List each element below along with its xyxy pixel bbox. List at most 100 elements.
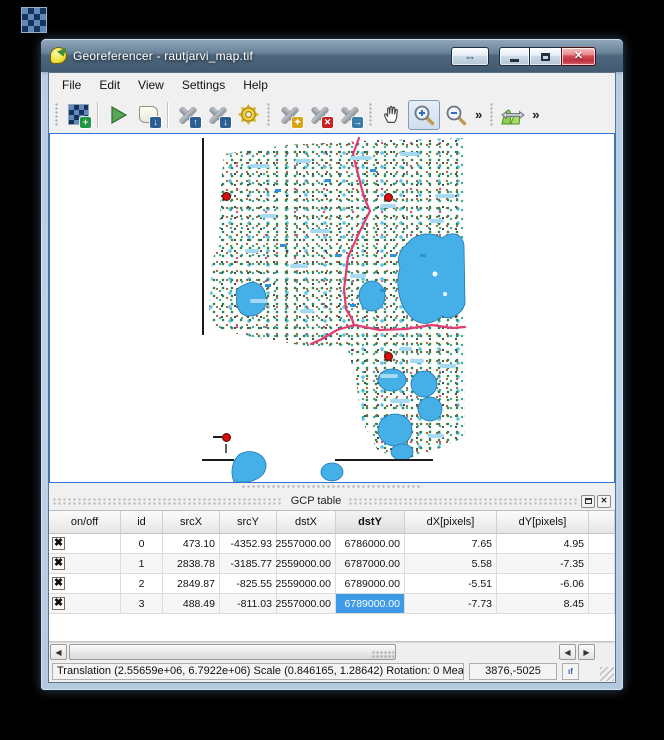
gdal-script-button[interactable]: ↓ xyxy=(134,101,162,129)
water-dash xyxy=(370,169,376,172)
open-raster-button[interactable]: + xyxy=(64,101,92,129)
gcp-marker-0[interactable] xyxy=(222,192,231,201)
swamp-mark xyxy=(435,194,455,198)
menu-file[interactable]: File xyxy=(53,75,90,95)
table-cell-dstY[interactable]: 6789000.00 xyxy=(336,574,405,594)
scroll-left-button[interactable]: ◀ xyxy=(50,644,67,660)
table-cell-dstY[interactable]: 6786000.00 xyxy=(336,534,405,554)
toolbar-overflow-chevron[interactable]: » xyxy=(532,108,539,121)
minimize-icon xyxy=(510,59,519,62)
status-mini-button[interactable]: ıf xyxy=(562,663,579,680)
toolbar-drag-handle[interactable] xyxy=(267,103,271,127)
horizontal-scrollbar[interactable]: ◀ ◀ ▶ xyxy=(49,642,615,661)
minimize-button[interactable] xyxy=(499,47,530,66)
menu-edit[interactable]: Edit xyxy=(90,75,129,95)
table-cell-dY[interactable]: 4.95 xyxy=(497,534,589,554)
swamp-mark xyxy=(410,359,424,363)
scroll-right-button[interactable]: ▶ xyxy=(578,644,595,660)
gcp-enabled-checkbox[interactable]: ✖ xyxy=(52,577,65,590)
table-cell-dX[interactable]: -5.51 xyxy=(405,574,497,594)
table-cell-id[interactable]: 0 xyxy=(121,534,163,554)
menu-view[interactable]: View xyxy=(129,75,173,95)
start-georeferencing-button[interactable] xyxy=(104,101,132,129)
table-cell-dY[interactable]: 8.45 xyxy=(497,594,589,614)
table-cell-dX[interactable]: 7.65 xyxy=(405,534,497,554)
toolbar-drag-handle[interactable] xyxy=(490,103,494,127)
table-cell-dstY[interactable]: 6789000.00 xyxy=(336,594,405,614)
gcp-marker-1[interactable] xyxy=(384,193,393,202)
table-cell-srcY[interactable]: -4352.93 xyxy=(220,534,277,554)
title-bar[interactable]: Georeferencer - rautjarvi_map.tif ⇔ ✕ xyxy=(41,39,623,72)
column-header-srcY[interactable]: srcY xyxy=(220,511,277,534)
gcp-enabled-checkbox[interactable]: ✖ xyxy=(52,557,65,570)
toolbar-drag-handle[interactable] xyxy=(55,103,59,127)
table-cell-dstX[interactable]: 2557000.00 xyxy=(277,594,336,614)
table-cell-dY[interactable]: -7.35 xyxy=(497,554,589,574)
map-sheet-border xyxy=(335,459,433,461)
column-header-dYpixels[interactable]: dY[pixels] xyxy=(497,511,589,534)
delete-point-button[interactable]: ✕ xyxy=(306,101,334,129)
column-header-onoff[interactable]: on/off xyxy=(49,511,121,534)
table-cell-srcY[interactable]: -811.03 xyxy=(220,594,277,614)
add-point-button[interactable]: ✦ xyxy=(276,101,304,129)
toolbar-drag-handle[interactable] xyxy=(369,103,373,127)
zoom-out-button[interactable] xyxy=(442,101,470,129)
table-cell-srcX[interactable]: 473.10 xyxy=(163,534,220,554)
dock-texture xyxy=(349,498,579,505)
gcp-marker-2[interactable] xyxy=(384,352,393,361)
table-cell-dY[interactable]: -6.06 xyxy=(497,574,589,594)
desktop-raster-icon[interactable] xyxy=(22,8,46,32)
link-georeferencer-button[interactable] xyxy=(499,101,527,129)
transformation-settings-button[interactable] xyxy=(234,101,262,129)
resize-grip[interactable] xyxy=(600,667,614,681)
toolbar-overflow-chevron[interactable]: » xyxy=(475,108,482,121)
column-header-dXpixels[interactable]: dX[pixels] xyxy=(405,511,497,534)
maximize-button[interactable] xyxy=(530,47,561,66)
transform-status-text: Translation (2.55659e+06, 6.7922e+06) Sc… xyxy=(52,663,464,680)
dock-float-button[interactable] xyxy=(581,495,595,508)
menu-settings[interactable]: Settings xyxy=(173,75,234,95)
dock-splitter-handle[interactable] xyxy=(49,483,615,492)
table-cell-dX[interactable]: -7.73 xyxy=(405,594,497,614)
gcp-dock-titlebar[interactable]: GCP table ✕ xyxy=(49,492,615,510)
gcp-enabled-checkbox[interactable]: ✖ xyxy=(52,597,65,610)
scrollbar-thumb[interactable] xyxy=(69,644,396,660)
table-cell-srcY[interactable]: -3185.77 xyxy=(220,554,277,574)
table-cell-srcY[interactable]: -825.55 xyxy=(220,574,277,594)
map-canvas[interactable] xyxy=(49,133,615,483)
table-cell-id[interactable]: 3 xyxy=(121,594,163,614)
table-cell-dstX[interactable]: 2559000.00 xyxy=(277,554,336,574)
table-cell-stub xyxy=(589,554,615,574)
dock-toggle-button[interactable]: ⇔ xyxy=(451,47,489,66)
load-gcp-points-button[interactable]: ↑ xyxy=(174,101,202,129)
table-cell-srcX[interactable]: 2849.87 xyxy=(163,574,220,594)
table-cell-stub xyxy=(589,574,615,594)
scroll-left-button[interactable]: ◀ xyxy=(559,644,576,660)
table-cell-dstY[interactable]: 6787000.00 xyxy=(336,554,405,574)
move-point-button[interactable]: → xyxy=(336,101,364,129)
swamp-mark xyxy=(250,299,268,303)
gcp-marker-3[interactable] xyxy=(222,433,231,442)
water-dash xyxy=(280,244,286,247)
table-cell-id[interactable]: 1 xyxy=(121,554,163,574)
close-button[interactable]: ✕ xyxy=(561,47,596,66)
column-header-srcX[interactable]: srcX xyxy=(163,511,220,534)
column-header-dstY[interactable]: dstY xyxy=(336,511,405,534)
menu-help[interactable]: Help xyxy=(234,75,277,95)
table-cell-dstX[interactable]: 2557000.00 xyxy=(277,534,336,554)
column-header-dstX[interactable]: dstX xyxy=(277,511,336,534)
table-cell-id[interactable]: 2 xyxy=(121,574,163,594)
table-cell-dX[interactable]: 5.58 xyxy=(405,554,497,574)
zoom-in-button[interactable] xyxy=(408,100,440,130)
dock-close-button[interactable]: ✕ xyxy=(597,495,611,508)
georeferencer-window: Georeferencer - rautjarvi_map.tif ⇔ ✕ Fi… xyxy=(40,38,624,691)
column-header-id[interactable]: id xyxy=(121,511,163,534)
gcp-dock-title: GCP table xyxy=(283,495,350,507)
table-cell-srcX[interactable]: 488.49 xyxy=(163,594,220,614)
gcp-enabled-checkbox[interactable]: ✖ xyxy=(52,537,65,550)
plus-badge-icon: + xyxy=(80,117,91,128)
pan-button[interactable] xyxy=(378,101,406,129)
table-cell-srcX[interactable]: 2838.78 xyxy=(163,554,220,574)
table-cell-dstX[interactable]: 2559000.00 xyxy=(277,574,336,594)
save-gcp-points-button[interactable]: ↓ xyxy=(204,101,232,129)
